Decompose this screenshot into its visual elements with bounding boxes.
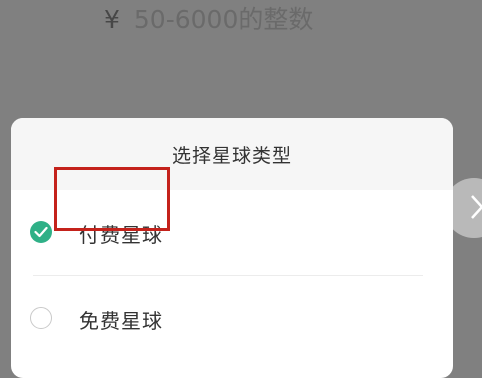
- option-free-planet[interactable]: 免费星球: [11, 276, 453, 360]
- option-label-free: 免费星球: [79, 309, 163, 333]
- price-input: ¥50-6000的整数: [104, 0, 313, 36]
- checkmark-icon: [34, 226, 48, 238]
- currency-symbol: ¥: [104, 5, 120, 34]
- chevron-right-icon: [471, 195, 482, 219]
- radio-unchecked-icon[interactable]: [30, 307, 52, 329]
- price-placeholder: 50-6000的整数: [133, 5, 314, 34]
- highlight-annotation-box: [54, 167, 170, 231]
- dialog-title: 选择星球类型: [171, 144, 292, 167]
- radio-checked-icon[interactable]: [30, 221, 52, 243]
- planet-type-dialog: 选择星球类型 付费星球 免费星球: [11, 118, 453, 378]
